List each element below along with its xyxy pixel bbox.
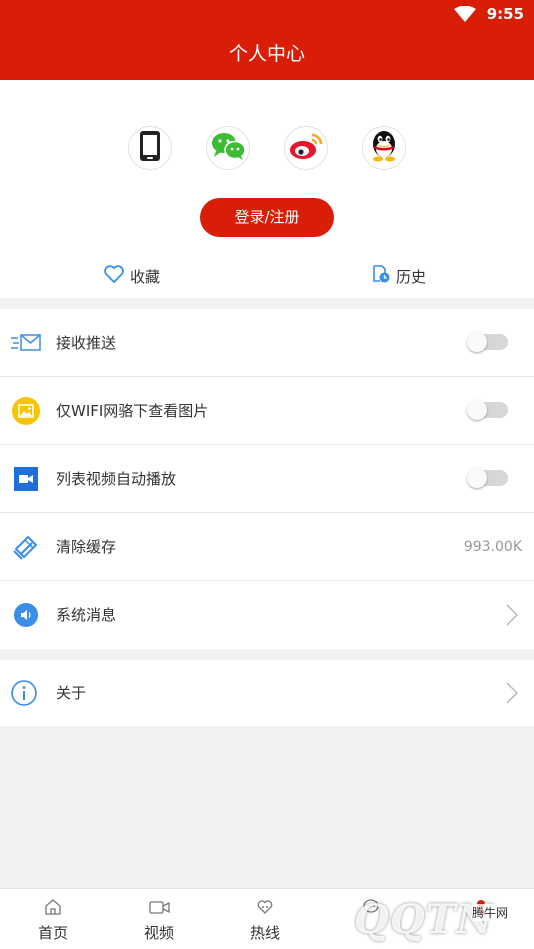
camera-icon — [149, 897, 170, 917]
favorites-button[interactable]: 收藏 — [104, 256, 160, 296]
about-row[interactable]: 关于 — [0, 660, 534, 726]
setting-label: 仅WIFI网骆下查看图片 — [56, 402, 209, 420]
info-icon — [10, 679, 38, 711]
login-register-button[interactable]: 登录/注册 — [200, 198, 334, 237]
status-time: 9:55 — [486, 5, 524, 23]
favorites-label: 收藏 — [130, 267, 161, 286]
autoplay-toggle[interactable] — [467, 468, 508, 488]
setting-receive-push: 接收推送 — [0, 309, 534, 377]
tab-label: 视频 — [143, 924, 174, 942]
wechat-icon — [210, 131, 246, 165]
cache-size-value: 993.00K — [463, 539, 522, 555]
envelope-icon — [11, 329, 41, 357]
setting-label: 接收推送 — [56, 334, 117, 352]
chevron-right-icon — [506, 604, 519, 630]
push-toggle[interactable] — [467, 332, 508, 352]
setting-label: 系统消息 — [56, 606, 117, 624]
heart-icon — [104, 265, 130, 287]
login-methods — [0, 126, 534, 172]
user-icon — [471, 897, 491, 917]
wifi-images-toggle[interactable] — [467, 400, 508, 420]
setting-wifi-images: 仅WIFI网骆下查看图片 — [0, 377, 534, 445]
broom-icon — [11, 533, 41, 561]
setting-clear-cache[interactable]: 清除缓存 993.00K — [0, 513, 534, 581]
tab-label: 首页 — [37, 924, 68, 942]
image-icon — [11, 397, 41, 425]
setting-system-messages[interactable]: 系统消息 — [0, 581, 534, 649]
tab-bar: 首页 视频 热线 — [0, 888, 534, 949]
settings-list: 接收推送 仅WIFI网骆下查看图片 列表视频自动播放 清除缓存 993.00K … — [0, 309, 534, 649]
weibo-login-button[interactable] — [284, 126, 328, 170]
chevron-right-icon — [506, 682, 519, 708]
wechat-login-button[interactable] — [206, 126, 250, 170]
tab-hotline[interactable]: 热线 — [212, 889, 318, 949]
history-label: 历史 — [396, 267, 427, 286]
home-icon — [43, 897, 63, 917]
setting-label: 列表视频自动播放 — [56, 470, 177, 488]
wifi-icon — [454, 5, 476, 26]
tab-home[interactable]: 首页 — [0, 889, 106, 949]
status-bar: 9:55 — [0, 0, 534, 28]
toggle-knob — [467, 400, 487, 420]
phone-login-button[interactable] — [128, 126, 172, 170]
tab-video[interactable]: 视频 — [106, 889, 212, 949]
about-label: 关于 — [56, 684, 87, 702]
video-icon — [11, 465, 41, 493]
quick-links: 收藏 历史 — [0, 256, 534, 296]
toggle-knob — [467, 468, 487, 488]
hotline-icon — [255, 897, 275, 917]
profile-section: 登录/注册 收藏 历史 — [0, 80, 534, 298]
speaker-icon — [11, 601, 41, 629]
tab-profile[interactable] — [428, 889, 534, 949]
qq-login-button[interactable] — [362, 126, 406, 170]
tab-messages[interactable] — [318, 889, 424, 949]
history-button[interactable]: 历史 — [372, 256, 426, 296]
chat-icon — [361, 897, 381, 917]
setting-autoplay-video: 列表视频自动播放 — [0, 445, 534, 513]
tab-label: 热线 — [249, 924, 280, 942]
history-icon — [372, 265, 396, 287]
setting-label: 清除缓存 — [56, 538, 117, 556]
page-title: 个人中心 — [0, 28, 534, 80]
phone-icon — [139, 130, 161, 166]
toggle-knob — [467, 332, 487, 352]
weibo-icon — [288, 131, 324, 165]
qq-icon — [369, 129, 399, 167]
